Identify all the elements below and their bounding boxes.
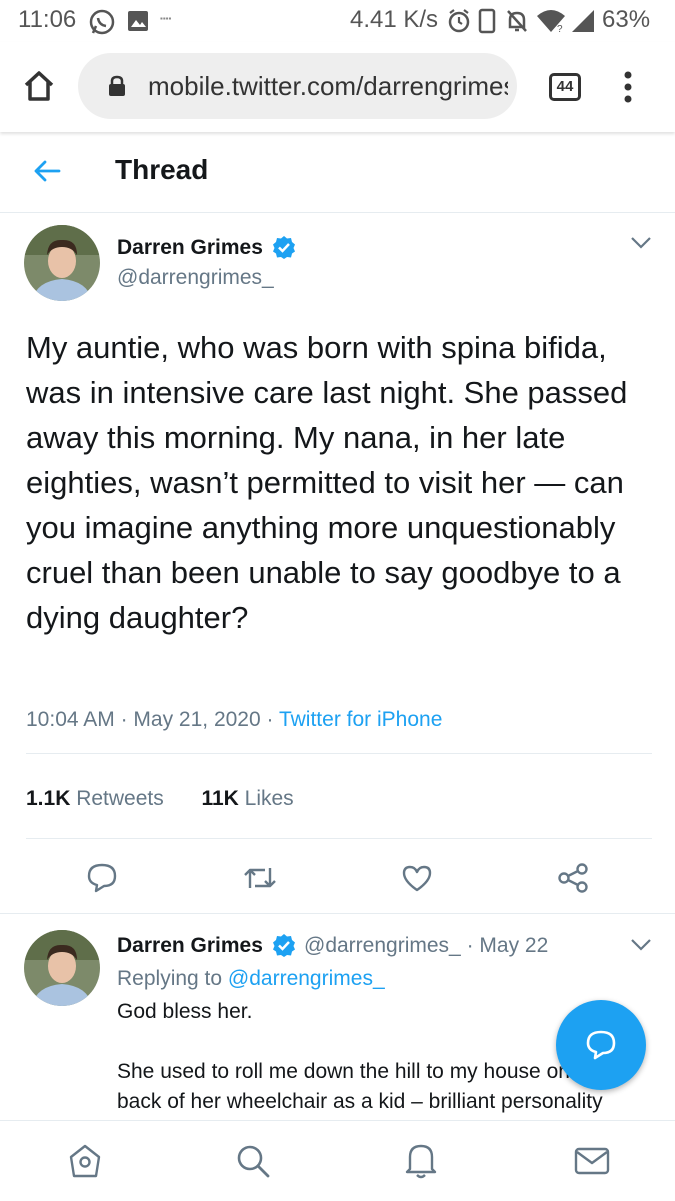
reply-text-line-3: back of her wheelchair as a kid – brilli…: [117, 1090, 603, 1113]
thread-header: Thread: [0, 132, 675, 213]
lock-icon: [109, 75, 125, 96]
arrow-left-icon[interactable]: [33, 159, 61, 183]
avatar-image: [24, 930, 100, 1006]
notifications-off-icon: [507, 10, 527, 32]
compose-button[interactable]: [556, 1000, 646, 1090]
tab-switcher-button[interactable]: 44: [549, 73, 581, 101]
replying-to-line: Replying to @darrengrimes_: [117, 967, 385, 991]
retweets-count: 1.1K: [26, 787, 71, 810]
avatar-image: [24, 225, 100, 301]
verified-badge-icon: [273, 934, 295, 957]
browser-toolbar: mobile.twitter.com/darrengrimes_ 44: [0, 42, 675, 132]
chevron-down-icon[interactable]: [630, 236, 652, 250]
small-notification-icon: ▪▪▪▪: [160, 14, 172, 23]
reply-separator: ·: [466, 934, 474, 957]
replying-to-link[interactable]: @darrengrimes_: [228, 967, 385, 990]
author-name[interactable]: Darren Grimes: [117, 236, 263, 260]
bell-icon[interactable]: [404, 1141, 438, 1179]
chevron-down-icon[interactable]: [630, 938, 652, 952]
svg-text:?: ?: [557, 24, 563, 34]
search-icon[interactable]: [235, 1143, 271, 1179]
share-icon[interactable]: [557, 862, 589, 894]
likes-stat[interactable]: 11K Likes: [201, 787, 293, 810]
divider: [0, 913, 675, 914]
wifi-icon: ?: [537, 10, 565, 34]
likes-label: Likes: [244, 787, 294, 810]
page-title: Thread: [115, 154, 209, 185]
likes-count: 11K: [201, 787, 239, 810]
compose-bubble-icon: [586, 1030, 616, 1060]
home-icon[interactable]: [68, 1143, 102, 1179]
tweet-stats: 1.1K Retweets 11K Likes: [26, 787, 294, 811]
reply-date[interactable]: May 22: [479, 934, 548, 957]
bottom-nav: [0, 1120, 675, 1201]
tweet-source-link[interactable]: Twitter for iPhone: [279, 708, 442, 731]
reply-author-name[interactable]: Darren Grimes: [117, 934, 263, 958]
browser-menu-icon[interactable]: [622, 70, 634, 104]
author-handle[interactable]: @darrengrimes_: [117, 266, 274, 290]
cell-signal-icon: [572, 10, 594, 32]
battery-percent: 63%: [602, 6, 651, 33]
like-heart-icon[interactable]: [401, 864, 433, 892]
mail-icon[interactable]: [574, 1146, 610, 1176]
verified-badge-icon: [273, 236, 295, 259]
reply-meta: @darrengrimes_ · May 22: [304, 934, 548, 958]
tweet-text: My auntie, who was born with spina bifid…: [26, 330, 628, 635]
replying-to-prefix: Replying to: [117, 967, 223, 990]
reply-avatar[interactable]: [24, 930, 100, 1006]
status-time: 11:06: [18, 6, 77, 33]
avatar[interactable]: [24, 225, 100, 301]
retweet-icon[interactable]: [243, 864, 277, 892]
retweets-stat[interactable]: 1.1K Retweets: [26, 787, 164, 810]
tweet-meta: 10:04 AM · May 21, 2020 · Twitter for iP…: [26, 708, 443, 731]
divider: [26, 753, 652, 754]
reply-author-handle[interactable]: @darrengrimes_: [304, 934, 461, 957]
divider: [26, 838, 652, 839]
reply-icon[interactable]: [86, 862, 118, 894]
url-text[interactable]: mobile.twitter.com/darrengrimes_: [148, 71, 508, 102]
retweets-label: Retweets: [76, 787, 164, 810]
tweet-date: May 21, 2020: [133, 708, 261, 731]
browser-home-icon[interactable]: [22, 70, 56, 102]
alarm-icon: [448, 9, 470, 33]
whatsapp-icon: [89, 9, 115, 35]
vibrate-icon: [478, 8, 496, 34]
tweet-time: 10:04 AM: [26, 708, 115, 731]
network-speed: 4.41 K/s: [350, 6, 439, 33]
image-icon: [128, 11, 148, 31]
status-bar: 11:06 ▪▪▪▪ 4.41 K/s ? 63%: [0, 0, 675, 42]
